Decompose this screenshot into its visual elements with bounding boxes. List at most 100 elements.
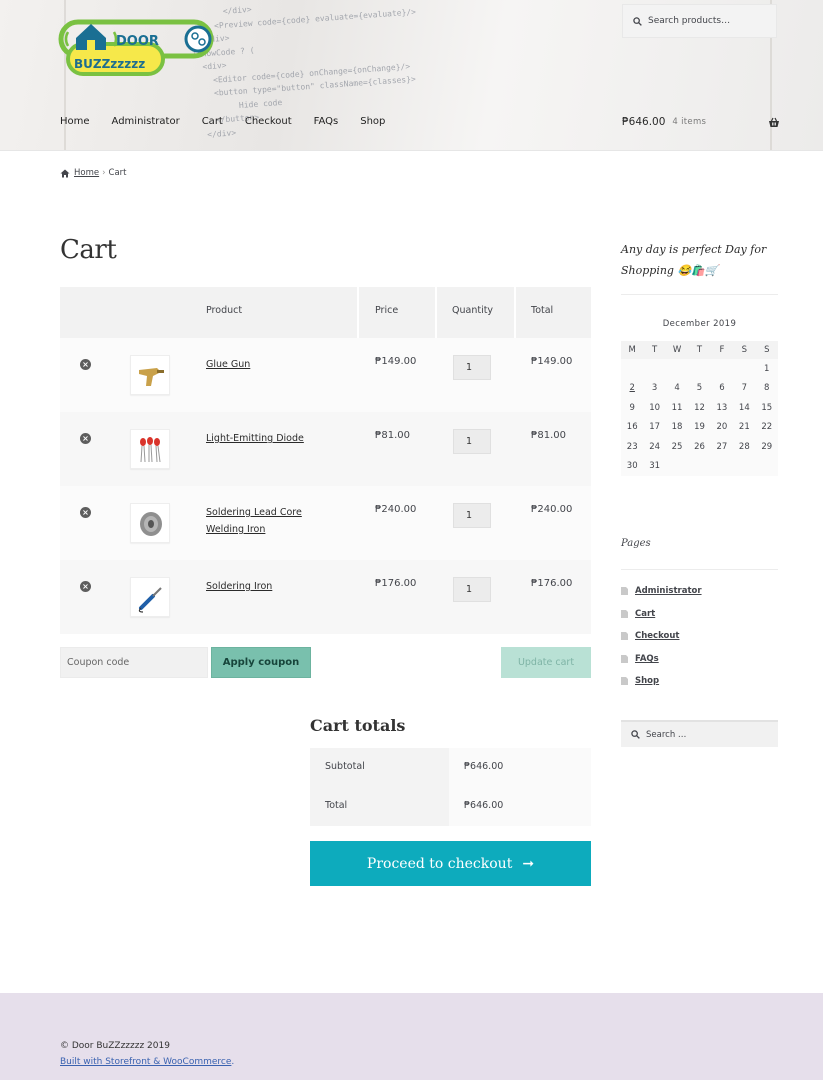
nav-administrator[interactable]: Administrator	[112, 116, 180, 127]
calendar-day	[710, 359, 734, 379]
breadcrumb-current: Cart	[108, 168, 127, 178]
total-value: ₱646.00	[449, 787, 591, 826]
remove-item-icon[interactable]: ×	[80, 433, 91, 444]
quantity-input[interactable]: 1	[453, 577, 491, 602]
remove-item-icon[interactable]: ×	[80, 581, 91, 592]
header-mini-cart[interactable]: ₱646.00 4 items	[622, 116, 780, 128]
mini-cart-count: 4 items	[672, 117, 707, 127]
coupon-code-input[interactable]	[60, 647, 208, 678]
breadcrumb: Home › Cart	[60, 168, 127, 178]
calendar-day: 29	[755, 437, 778, 457]
calendar-widget: M T W T F S S 1 2 3 4 5 6 7 8 9 10 11 12…	[621, 341, 778, 476]
logo-line1: DOOR	[116, 34, 159, 49]
calendar-caption: December 2019	[662, 319, 737, 329]
basket-icon[interactable]	[768, 117, 780, 128]
column-separator	[435, 287, 437, 338]
remove-item-icon[interactable]: ×	[80, 359, 91, 370]
calendar-day-header: W	[665, 341, 689, 359]
header-search	[622, 4, 777, 38]
product-price: ₱149.00	[375, 356, 417, 367]
glue-gun-icon	[139, 368, 164, 386]
calendar-day	[710, 456, 734, 476]
page-link-faqs[interactable]: FAQs	[635, 654, 659, 664]
calendar-day-header: T	[643, 341, 666, 359]
product-thumbnail[interactable]	[130, 429, 170, 469]
product-subtotal: ₱81.00	[531, 430, 566, 441]
nav-cart[interactable]: Cart	[202, 116, 223, 127]
product-subtotal: ₱176.00	[531, 578, 573, 589]
primary-navigation: Home Administrator Cart Checkout FAQs Sh…	[60, 116, 407, 127]
page-list-item: Checkout	[621, 625, 702, 648]
total-label: Total	[310, 787, 449, 826]
search-icon	[631, 730, 640, 739]
nav-faqs[interactable]: FAQs	[314, 116, 339, 127]
cart-row: × Light-Emitting Diode ₱81.00 1 ₱81.00	[60, 412, 591, 486]
page-link-cart[interactable]: Cart	[635, 609, 655, 619]
calendar-day: 10	[643, 398, 666, 418]
calendar-day-header: F	[710, 341, 734, 359]
cart-row: × Soldering Iron ₱176.00 1 ₱176.00	[60, 560, 591, 634]
calendar-day: 26	[688, 437, 711, 457]
calendar-day: 17	[643, 417, 666, 437]
apply-coupon-button[interactable]: Apply coupon	[211, 647, 311, 678]
product-price: ₱240.00	[375, 504, 417, 515]
sidebar-search-input[interactable]	[646, 729, 766, 740]
calendar-day: 7	[733, 378, 756, 398]
quantity-input[interactable]: 1	[453, 429, 491, 454]
page-link-checkout[interactable]: Checkout	[635, 631, 679, 641]
calendar-day: 11	[665, 398, 689, 418]
page-icon	[621, 632, 628, 641]
product-name-link[interactable]: Soldering Lead Core Welding Iron	[206, 504, 336, 538]
calendar-day	[733, 456, 756, 476]
calendar-day: 5	[688, 378, 711, 398]
calendar-day: 16	[621, 417, 644, 437]
quantity-input[interactable]: 1	[453, 503, 491, 528]
calendar-day: 2	[621, 378, 644, 398]
calendar-day	[665, 359, 689, 379]
calendar-day: 28	[733, 437, 756, 457]
column-header-quantity: Quantity	[452, 305, 494, 316]
calendar-day: 20	[710, 417, 734, 437]
product-thumbnail[interactable]	[130, 503, 170, 543]
nav-shop[interactable]: Shop	[360, 116, 385, 127]
calendar-day-header: S	[755, 341, 778, 359]
search-products-input[interactable]	[648, 16, 768, 26]
sidebar-search	[621, 720, 778, 747]
cart-row: × Glue Gun ₱149.00 1 ₱149.00	[60, 338, 591, 412]
nav-home[interactable]: Home	[60, 116, 90, 127]
solder-wire-icon	[140, 512, 162, 536]
page-title: Cart	[60, 235, 117, 265]
breadcrumb-home[interactable]: Home	[74, 168, 99, 178]
page-link-shop[interactable]: Shop	[635, 676, 659, 686]
product-name-link[interactable]: Light-Emitting Diode	[206, 430, 336, 447]
proceed-to-checkout-button[interactable]: Proceed to checkout ➞	[310, 841, 591, 886]
pages-widget-title: Pages	[621, 538, 651, 549]
calendar-day: 25	[665, 437, 689, 457]
page-icon	[621, 609, 628, 618]
page-link-administrator[interactable]: Administrator	[635, 586, 702, 596]
calendar-day	[688, 359, 711, 379]
product-subtotal: ₱240.00	[531, 504, 573, 515]
product-name-link[interactable]: Glue Gun	[206, 356, 336, 373]
page-icon	[621, 677, 628, 686]
calendar-day-header: T	[688, 341, 711, 359]
cart-row: × Soldering Lead Core Welding Iron ₱240.…	[60, 486, 591, 560]
footer-copyright: © Door BuZZzzzzz 2019	[60, 1041, 170, 1051]
product-thumbnail[interactable]	[130, 355, 170, 395]
calendar-day-link[interactable]: 2	[630, 383, 635, 393]
built-with-link[interactable]: Built with Storefront & WooCommerce	[60, 1057, 231, 1067]
mini-cart-amount: ₱646.00	[622, 116, 666, 128]
update-cart-button[interactable]: Update cart	[501, 647, 591, 678]
remove-item-icon[interactable]: ×	[80, 507, 91, 518]
sidebar-divider	[621, 294, 778, 295]
page-icon	[621, 654, 628, 663]
page-list-item: Administrator	[621, 580, 702, 603]
nav-checkout[interactable]: Checkout	[245, 116, 292, 127]
calendar-day	[665, 456, 689, 476]
product-thumbnail[interactable]	[130, 577, 170, 617]
product-name-link[interactable]: Soldering Iron	[206, 578, 336, 595]
product-subtotal: ₱149.00	[531, 356, 573, 367]
site-logo[interactable]: DOOR BUZZzzzzz	[58, 8, 218, 80]
quantity-input[interactable]: 1	[453, 355, 491, 380]
calendar-day: 18	[665, 417, 689, 437]
